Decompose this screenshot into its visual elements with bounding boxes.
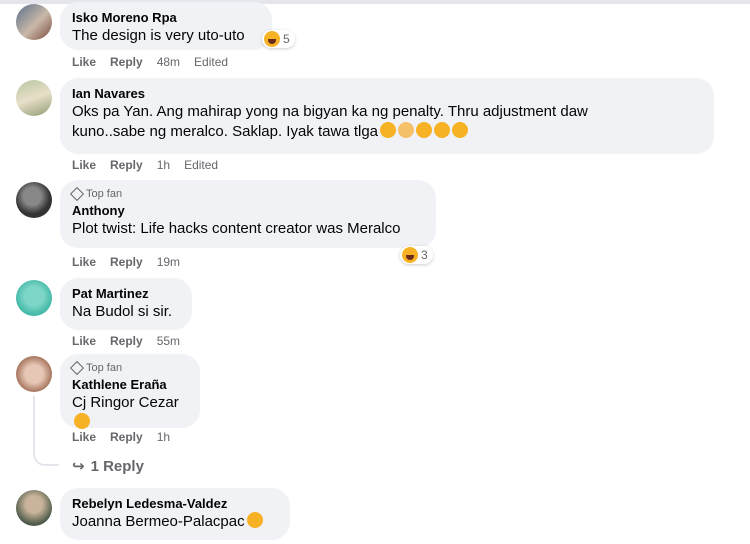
comment-author[interactable]: Kathlene Eraña [72,377,188,393]
reaction-badge[interactable]: 5 [262,30,295,48]
comment-timestamp[interactable]: 48m [157,55,180,69]
diamond-icon [69,186,85,202]
reply-arrow-icon: ↪ [72,458,85,475]
comment-author[interactable]: Anthony [72,203,424,219]
comment-timestamp[interactable]: 1h [157,430,170,444]
comment-bubble: Rebelyn Ledesma-Valdez Joanna Bermeo-Pal… [60,488,290,540]
like-button[interactable]: Like [72,158,96,172]
comment-author[interactable]: Isko Moreno Rpa [72,10,260,26]
comment-bubble: Ian Navares Oks pa Yan. Ang mahirap yong… [60,78,714,154]
comment-text: Joanna Bermeo-Palacpac [72,512,278,532]
comment-bubble: Top fan Anthony Plot twist: Life hacks c… [60,180,436,248]
comment-author[interactable]: Ian Navares [72,86,702,102]
comment-actions: Like Reply 19m [72,255,180,269]
comment-timestamp[interactable]: 1h [157,158,170,172]
top-fan-badge: Top fan [69,186,424,202]
loudly-crying-emoji-icon [452,122,469,138]
comment-text-content: kuno..sabe ng meralco. Saklap. Iyak tawa… [72,123,379,140]
diamond-icon [69,360,85,376]
comment-author[interactable]: Pat Martinez [72,286,180,302]
reaction-count: 3 [421,248,428,262]
top-fan-label: Top fan [86,188,123,200]
comment-timestamp[interactable]: 55m [157,334,180,348]
like-button[interactable]: Like [72,334,96,348]
comment-actions: Like Reply 55m [72,334,180,348]
like-button[interactable]: Like [72,430,96,444]
thread-connector-curve [33,444,59,466]
thread-connector [33,396,35,446]
comment-text: Plot twist: Life hacks content creator w… [72,220,401,237]
reaction-badge[interactable]: 3 [400,246,433,264]
ok-hand-emoji-icon [398,122,415,138]
reply-button[interactable]: Reply [110,55,143,69]
comment-actions: Like Reply 48m Edited [72,55,228,69]
laughing-emoji-icon [74,413,90,429]
comment-text: Na Budol si sir. [72,303,173,320]
comment-author[interactable]: Rebelyn Ledesma-Valdez [72,496,278,512]
comment-text-line: Oks pa Yan. Ang mahirap yong na bigyan k… [72,103,588,120]
edited-label: Edited [184,158,219,172]
loudly-crying-emoji-icon [434,122,451,138]
like-button[interactable]: Like [72,55,96,69]
avatar[interactable] [16,280,52,316]
comment-actions: Like Reply 1h [72,430,170,444]
reaction-count: 5 [283,32,290,46]
comment-text-line: kuno..sabe ng meralco. Saklap. Iyak tawa… [72,122,702,142]
laughing-emoji-icon [246,512,263,528]
comment-text-content: The design is very uto-uto [72,27,245,44]
reply-button[interactable]: Reply [110,255,143,269]
mentioned-user-link[interactable]: Cj Ringor Cezar [72,394,179,411]
mentioned-user-link[interactable]: Joanna Bermeo-Palacpac [72,513,245,530]
top-fan-label: Top fan [86,362,123,374]
replies-count-label: 1 Reply [90,457,144,475]
avatar[interactable] [16,4,52,40]
top-fan-badge: Top fan [69,360,188,376]
comment-timestamp[interactable]: 19m [157,255,180,269]
avatar[interactable] [16,356,52,392]
comment-text: Cj Ringor Cezar [72,393,188,433]
reply-button[interactable]: Reply [110,158,143,172]
view-replies-link[interactable]: ↪ 1 Reply [72,457,144,476]
comment-actions: Like Reply 1h Edited [72,158,218,172]
avatar[interactable] [16,80,52,116]
edited-label: Edited [194,55,229,69]
comment-bubble: Pat Martinez Na Budol si sir. [60,278,192,330]
comment-text: The design is very uto-uto [72,26,260,46]
like-button[interactable]: Like [72,255,96,269]
reply-button[interactable]: Reply [110,334,143,348]
avatar[interactable] [16,182,52,218]
comment-bubble: Top fan Kathlene Eraña Cj Ringor Cezar [60,354,200,429]
grinning-emoji-icon [416,122,433,138]
avatar[interactable] [16,490,52,526]
haha-icon [402,247,418,263]
reply-button[interactable]: Reply [110,430,143,444]
haha-icon [264,31,280,47]
sunglasses-emoji-icon [380,122,397,138]
comment-bubble: Isko Moreno Rpa The design is very uto-u… [60,2,272,50]
